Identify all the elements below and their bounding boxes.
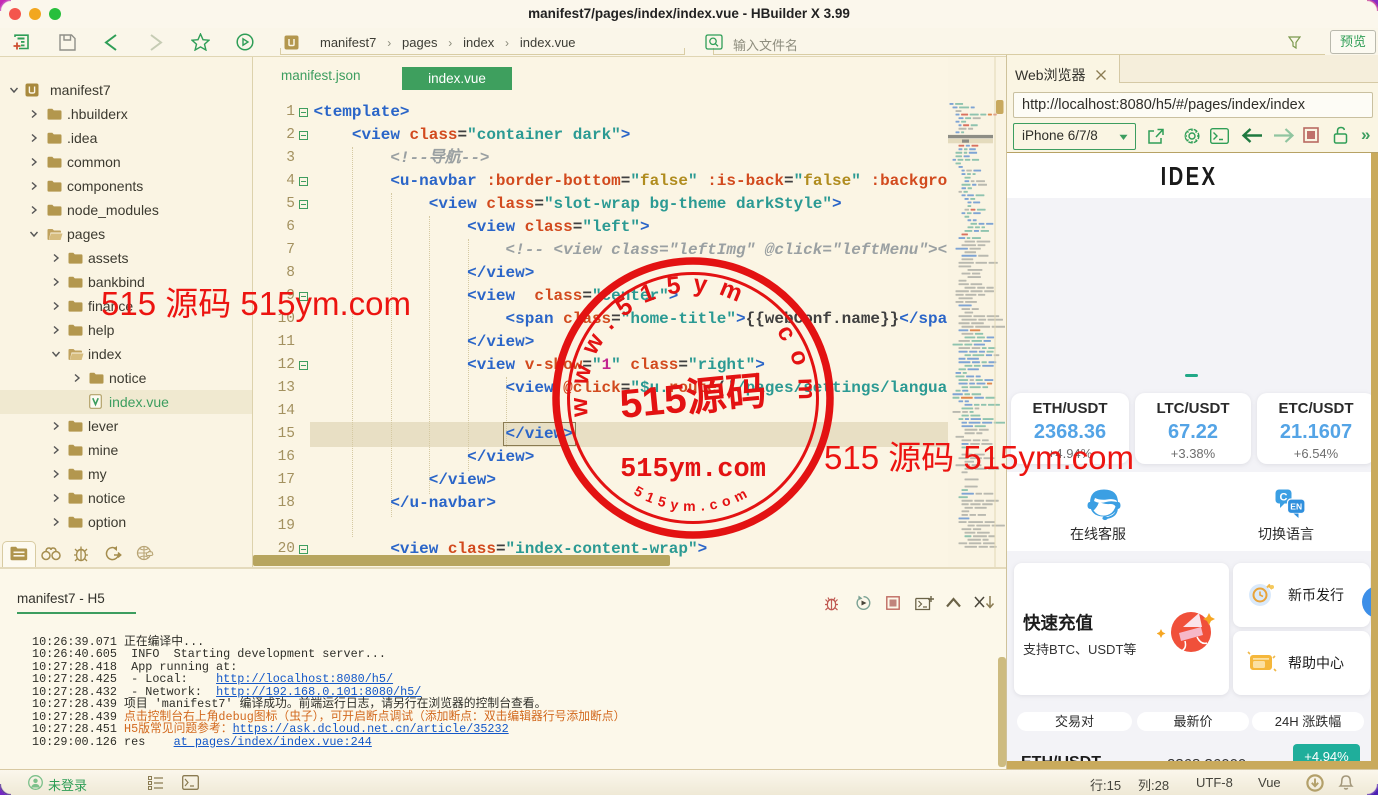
svg-text:EN: EN	[1290, 502, 1302, 512]
svg-text:515ym.com: 515ym.com	[632, 483, 755, 515]
svg-text:C: C	[1280, 492, 1288, 504]
svg-text:515ym.com: 515ym.com	[620, 455, 766, 485]
svg-text:515源码: 515源码	[618, 369, 768, 427]
